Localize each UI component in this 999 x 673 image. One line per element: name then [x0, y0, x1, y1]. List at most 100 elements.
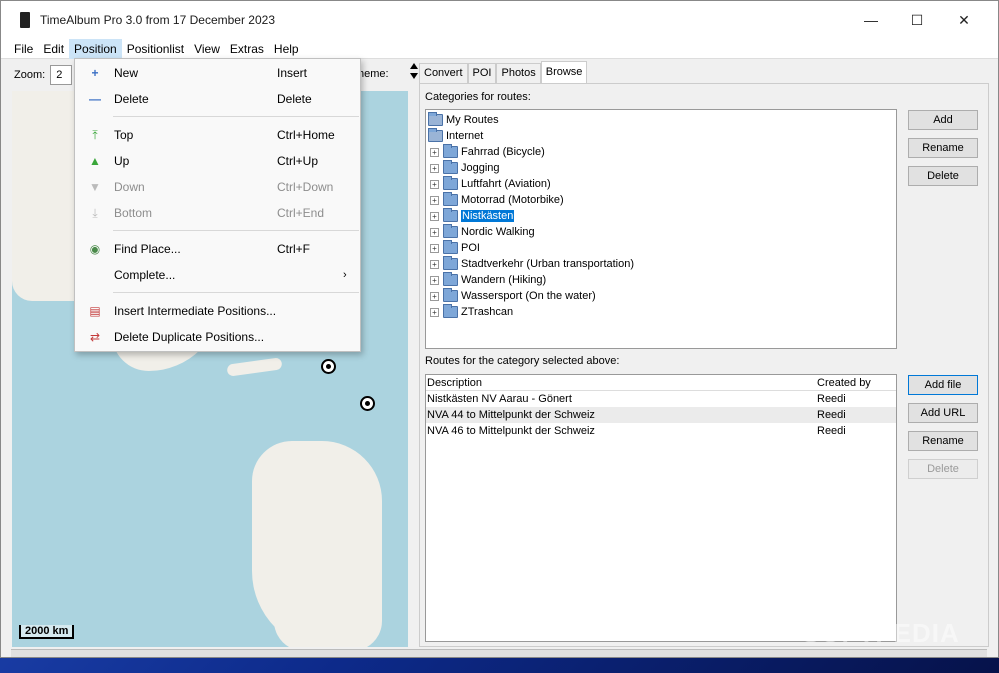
expand-icon[interactable]: + — [430, 243, 439, 253]
menu-item-delete-duplicates[interactable]: ⇄ Delete Duplicate Positions... — [75, 326, 360, 348]
tree-item[interactable]: + POI — [430, 240, 480, 256]
tab-convert[interactable]: Convert — [419, 63, 468, 83]
position-marker[interactable] — [321, 359, 336, 374]
expand-icon[interactable]: + — [430, 211, 439, 221]
tree-item[interactable]: + Nordic Walking — [430, 224, 535, 240]
tree-item[interactable]: + Fahrrad (Bicycle) — [430, 144, 545, 160]
menu-item-bottom[interactable]: ⤓ Bottom Ctrl+End — [75, 202, 360, 224]
menu-help[interactable]: Help — [269, 39, 304, 59]
expand-icon[interactable]: + — [430, 227, 439, 237]
minus-icon: — — [89, 92, 101, 106]
rename-category-button[interactable]: Rename — [908, 138, 978, 158]
menu-item-delete[interactable]: — Delete Delete — [75, 88, 360, 110]
status-strip — [11, 649, 987, 657]
delete-route-button[interactable]: Delete — [908, 459, 978, 479]
tree-item-label: Fahrrad (Bicycle) — [461, 146, 545, 158]
menu-separator — [113, 230, 359, 231]
tree-item[interactable]: Internet — [428, 128, 483, 144]
expand-icon[interactable]: + — [430, 307, 439, 317]
folder-icon — [443, 176, 458, 190]
expand-icon[interactable]: + — [430, 147, 439, 157]
menu-separator — [113, 116, 359, 117]
expand-icon[interactable]: + — [430, 163, 439, 173]
tab-browse[interactable]: Browse — [540, 61, 588, 83]
collapse-down-icon[interactable] — [410, 73, 418, 79]
close-button[interactable]: ✕ — [941, 1, 987, 39]
minimize-button[interactable]: — — [848, 1, 894, 39]
collapse-up-icon[interactable] — [410, 63, 418, 69]
table-row[interactable]: NVA 44 to Mittelpunkt der Schweiz Reedi — [426, 407, 896, 423]
menu-item-complete[interactable]: Complete... › — [75, 264, 360, 286]
delete-category-button[interactable]: Delete — [908, 166, 978, 186]
arrow-top-icon: ⤒ — [92, 127, 98, 142]
menu-positionlist[interactable]: Positionlist — [122, 39, 189, 59]
folder-icon — [443, 144, 458, 158]
tree-item[interactable]: + Jogging — [430, 160, 500, 176]
maximize-button[interactable]: ☐ — [894, 1, 940, 39]
tree-item[interactable]: + Nistkästen — [430, 208, 515, 224]
tree-item[interactable]: + Wandern (Hiking) — [430, 272, 546, 288]
expand-icon[interactable]: + — [430, 275, 439, 285]
menu-item-top[interactable]: ⤒ Top Ctrl+Home — [75, 124, 360, 146]
column-description[interactable]: Description — [426, 375, 816, 390]
category-tree[interactable]: My Routes Internet + Fahrrad (Bicycle) + Jogg… — [425, 109, 897, 349]
route-description: NVA 46 to Mittelpunkt der Schweiz — [427, 425, 595, 437]
zoom-label: Zoom: — [14, 69, 46, 81]
tree-item[interactable]: My Routes — [428, 112, 499, 128]
tree-item[interactable]: + ZTrashcan — [430, 304, 513, 320]
table-row[interactable]: Nistkästen NV Aarau - Gönert Reedi — [426, 391, 896, 407]
menu-file[interactable]: File — [9, 39, 38, 59]
menu-item-shortcut: Ctrl+End — [277, 206, 325, 220]
menu-item-label: Down — [114, 180, 145, 194]
plus-icon: + — [91, 66, 99, 80]
route-description: Nistkästen NV Aarau - Gönert — [427, 393, 572, 405]
routes-table[interactable]: Description Created by Nistkästen NV Aar… — [425, 374, 897, 642]
tree-item[interactable]: + Stadtverkehr (Urban transportation) — [430, 256, 634, 272]
menu-item-shortcut: Ctrl+F — [277, 242, 310, 256]
tab-photos[interactable]: Photos — [496, 63, 541, 83]
menu-extras[interactable]: Extras — [225, 39, 269, 59]
menu-item-new[interactable]: + New Insert — [75, 62, 360, 84]
add-category-button[interactable]: Add — [908, 110, 978, 130]
add-url-button[interactable]: Add URL — [908, 403, 978, 423]
menu-item-find-place[interactable]: ◉ Find Place... Ctrl+F — [75, 238, 360, 260]
expand-icon[interactable]: + — [430, 291, 439, 301]
rename-route-button[interactable]: Rename — [908, 431, 978, 451]
folder-icon — [428, 112, 443, 126]
tree-item[interactable]: + Motorrad (Motorbike) — [430, 192, 564, 208]
route-author: Reedi — [817, 393, 846, 405]
menu-item-up[interactable]: ▲ Up Ctrl+Up — [75, 150, 360, 172]
zoom-input[interactable]: 2 — [50, 65, 73, 85]
column-created-by[interactable]: Created by — [816, 375, 896, 390]
pane-splitter[interactable] — [409, 61, 418, 647]
routes-label: Routes for the category selected above: — [425, 355, 620, 367]
add-file-button[interactable]: Add file — [908, 375, 978, 395]
chevron-right-icon: › — [343, 269, 347, 281]
menu-item-label: Insert Intermediate Positions... — [114, 304, 277, 318]
categories-label: Categories for routes: — [425, 91, 531, 103]
tree-item[interactable]: + Wassersport (On the water) — [430, 288, 596, 304]
position-marker[interactable] — [360, 396, 375, 411]
tree-item-label: ZTrashcan — [461, 306, 514, 318]
tree-item-label: Wandern (Hiking) — [461, 274, 547, 286]
title-bar[interactable]: TimeAlbum Pro 3.0 from 17 December 2023 … — [1, 1, 998, 39]
folder-icon — [443, 288, 458, 302]
expand-icon[interactable]: + — [430, 179, 439, 189]
menu-edit[interactable]: Edit — [38, 39, 69, 59]
tree-item[interactable]: + Luftfahrt (Aviation) — [430, 176, 551, 192]
window-title: TimeAlbum Pro 3.0 from 17 December 2023 — [40, 13, 275, 27]
expand-icon[interactable]: + — [430, 195, 439, 205]
menu-item-down[interactable]: ▼ Down Ctrl+Down — [75, 176, 360, 198]
tree-item-label: Motorrad (Motorbike) — [461, 194, 564, 206]
menu-item-shortcut: Ctrl+Home — [277, 128, 335, 142]
menu-position[interactable]: Position — [69, 38, 122, 59]
menu-item-insert-intermediate[interactable]: ▤ Insert Intermediate Positions... — [75, 300, 360, 322]
menu-item-label: Complete... — [114, 268, 176, 282]
table-row[interactable]: NVA 46 to Mittelpunkt der Schweiz Reedi — [426, 423, 896, 439]
expand-icon[interactable]: + — [430, 259, 439, 269]
tab-poi[interactable]: POI — [467, 63, 497, 83]
menu-view[interactable]: View — [189, 39, 225, 59]
menu-item-label: Delete — [114, 92, 149, 106]
browse-panel: Categories for routes: My Routes Internet… — [419, 83, 989, 647]
routes-header: Description Created by — [426, 375, 896, 391]
